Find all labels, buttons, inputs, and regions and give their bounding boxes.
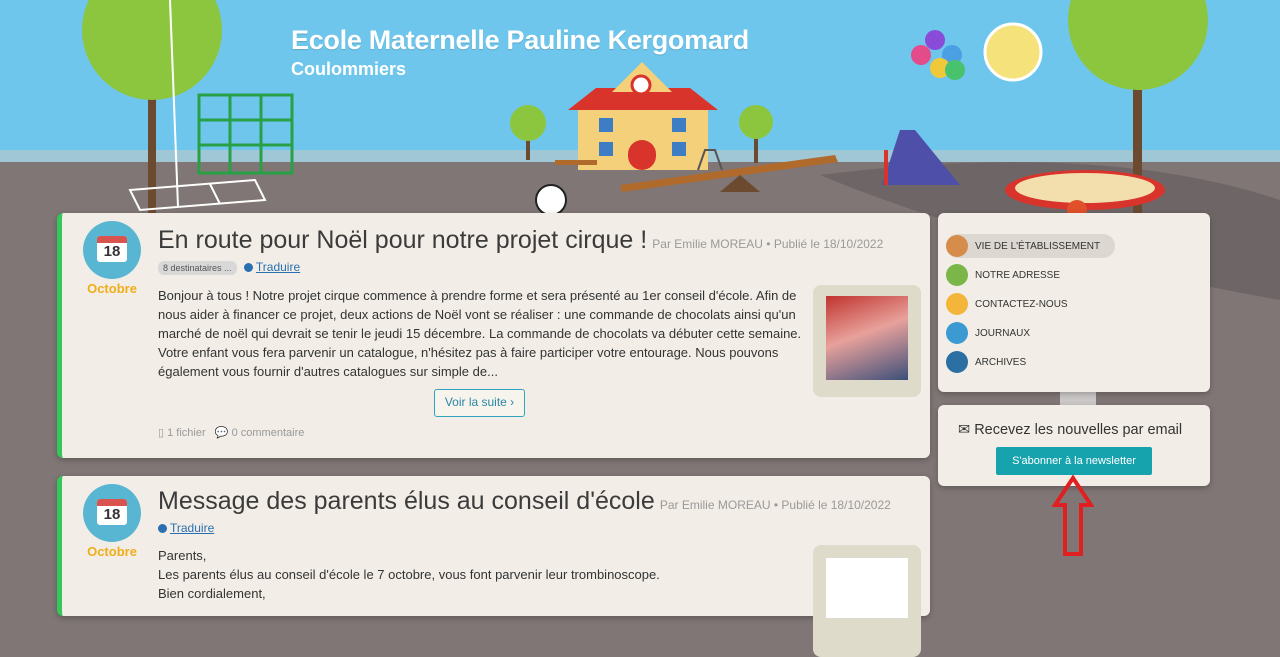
read-more-button[interactable]: Voir la suite › — [434, 389, 525, 417]
sidebar-menu: VIE DE L'ÉTABLISSEMENT NOTRE ADRESSE CON… — [938, 213, 1210, 392]
post-line: Les parents élus au conseil d'école le 7… — [158, 567, 660, 582]
post-title[interactable]: En route pour Noël pour notre projet cir… — [158, 226, 647, 254]
site-title[interactable]: Ecole Maternelle Pauline Kergomard — [291, 25, 749, 56]
files-count[interactable]: 1 fichier — [167, 427, 206, 439]
menu-label: CONTACTEZ-NOUS — [975, 298, 1068, 310]
post-date: 18 Octobre — [82, 221, 142, 296]
envelope-icon — [946, 293, 968, 315]
menu-label: VIE DE L'ÉTABLISSEMENT — [975, 240, 1101, 252]
menu-vie-etablissement[interactable]: VIE DE L'ÉTABLISSEMENT — [946, 234, 1116, 258]
subscribe-newsletter-button[interactable]: S'abonner à la newsletter — [996, 447, 1152, 475]
menu-journaux[interactable]: JOURNAUX — [946, 321, 1030, 345]
post-day: 18 — [103, 243, 121, 260]
school-icon — [946, 235, 968, 257]
post-month: Octobre — [87, 544, 137, 559]
newspaper-icon — [946, 322, 968, 344]
menu-label: JOURNAUX — [975, 327, 1031, 339]
menu-archives[interactable]: ARCHIVES — [946, 350, 1026, 374]
post-excerpt: Parents, Les parents élus au conseil d'é… — [158, 546, 803, 603]
comments-count[interactable]: 0 commentaire — [232, 427, 305, 439]
post-line: Parents, — [158, 548, 207, 563]
post-card: 18 Octobre En route pour Noël pour notre… — [57, 213, 930, 458]
catalogue-image — [826, 296, 908, 380]
folder-icon — [946, 351, 968, 373]
post-thumbnail[interactable] — [813, 545, 921, 657]
newsletter-title: Recevez les nouvelles par email — [974, 422, 1183, 438]
post-line: Bien cordialement, — [158, 586, 266, 601]
translate-link[interactable]: Traduire — [256, 260, 300, 274]
post-month: Octobre — [87, 281, 137, 296]
site-subtitle: Coulommiers — [291, 59, 407, 79]
post-meta: Par Emilie MOREAU • Publié le 18/10/2022 — [652, 237, 884, 251]
post-title[interactable]: Message des parents élus au conseil d'éc… — [158, 487, 655, 515]
globe-icon — [158, 524, 167, 533]
post-excerpt: Bonjour à tous ! Notre projet cirque com… — [158, 288, 802, 379]
menu-label: NOTRE ADRESSE — [975, 269, 1061, 281]
calendar-icon: 18 — [83, 221, 141, 279]
post-thumbnail[interactable] — [813, 285, 921, 397]
envelope-icon: ✉ — [958, 422, 971, 438]
target-icon — [946, 264, 968, 286]
file-icon: ▯ — [158, 427, 165, 439]
menu-adresse[interactable]: NOTRE ADRESSE — [946, 263, 1060, 287]
translate-link[interactable]: Traduire — [170, 521, 214, 535]
post-footer: ▯ 1 fichier 💬 0 commentaire — [158, 426, 304, 439]
pdf-icon — [826, 558, 908, 618]
post-card: 18 Octobre Message des parents élus au c… — [57, 476, 930, 657]
up-arrow-annotation-icon — [1052, 475, 1094, 556]
recipients-badge[interactable]: 8 destinataires ... — [158, 261, 237, 275]
newsletter-box: ✉ Recevez les nouvelles par email S'abon… — [938, 405, 1210, 486]
menu-label: ARCHIVES — [975, 356, 1027, 368]
post-day: 18 — [103, 506, 121, 523]
comment-icon: 💬 — [214, 427, 229, 439]
calendar-icon: 18 — [83, 484, 141, 542]
post-date: 18 Octobre — [82, 484, 142, 559]
menu-contact[interactable]: CONTACTEZ-NOUS — [946, 292, 1068, 316]
globe-icon — [243, 263, 253, 272]
post-meta: Par Emilie MOREAU • Publié le 18/10/2022 — [659, 498, 891, 512]
